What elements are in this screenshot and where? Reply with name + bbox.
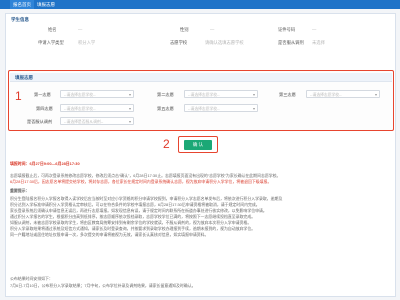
chevron-down-icon: ▾ bbox=[128, 105, 131, 111]
select-second-placeholder: --请选择志愿学校-- bbox=[188, 92, 220, 97]
select-second-choice[interactable]: --请选择志愿学校-- ▾ bbox=[184, 90, 258, 98]
info-label-adjust: 是否服从调剂 bbox=[278, 40, 304, 45]
main-card bbox=[5, 13, 396, 297]
info-label-school: 志愿学校 bbox=[170, 40, 188, 45]
select-fourth-choice[interactable]: --请选择志愿学校-- ▾ bbox=[60, 104, 134, 112]
tab-fill-choices[interactable]: 填报志愿 bbox=[35, 0, 57, 9]
label-fourth-choice: 第四志愿 bbox=[36, 106, 53, 111]
select-first-choice[interactable]: --请选择志愿学校-- ▾ bbox=[60, 90, 134, 98]
notice-line: 同一户籍地址或居住地址仅限申请一次，多次提交的申请将被视为无效，请家长认真核对信… bbox=[10, 232, 209, 237]
confirm-button[interactable]: 确 认 bbox=[184, 140, 212, 150]
choices-title: 填报志愿 bbox=[15, 75, 33, 80]
marker-two: 2 bbox=[163, 137, 170, 151]
label-fifth-choice: 第五志愿 bbox=[157, 106, 174, 111]
notice-line: 积分生登陆报名积分入学报名取得入读学校后应当按时至对应小学资格的积分申请学校报到… bbox=[10, 196, 283, 201]
info-label-name: 姓名 bbox=[48, 27, 57, 32]
notice-line: 积分入学录取结果将通过系统及短信方式通知，请家长及时登录查询，并按要求到录取学校… bbox=[10, 226, 256, 231]
student-info-title: 学生信息 bbox=[11, 17, 29, 22]
select-first-placeholder: --请选择志愿学校-- bbox=[64, 92, 96, 97]
select-fifth-choice[interactable]: --请选择志愿学校-- ▾ bbox=[184, 104, 258, 112]
notice-line: 家长登录系统后须确认申请信息无误后，再进行志愿填报。如发现信息有误，请于规定时间… bbox=[10, 208, 267, 213]
marker-one: 1 bbox=[15, 89, 22, 103]
select-third-placeholder: --请选择志愿学校-- bbox=[310, 92, 342, 97]
info-label-gender: 性别 bbox=[180, 27, 189, 32]
notice-line: 公布结果时间安排如下： bbox=[10, 276, 53, 281]
info-value-id: — bbox=[312, 27, 317, 32]
info-value-adjust: 未选择 bbox=[312, 40, 325, 45]
chevron-down-icon: ▾ bbox=[374, 91, 377, 97]
notice-line: 6月28日17:30后，因志愿名单将提交给学校，将封存志愿，各位家长在规定时间内… bbox=[10, 179, 272, 184]
info-label-type: 申请入学类型 bbox=[38, 40, 64, 45]
page: 报名首页 填报志愿 学生信息 姓名 — 性别 — 证件号码 — 申请入学类型 积… bbox=[0, 0, 400, 300]
label-first-choice: 第一志愿 bbox=[34, 92, 51, 97]
select-adjust-placeholder: --请选择是否服从调剂-- bbox=[64, 119, 104, 124]
notice-line: 如服从调剂，未被志愿学校录取的学生，将由区教育局统筹安排到有剩余学位的学校就读，… bbox=[10, 220, 252, 225]
notice-time: 填报时间：6月27日9:00—6月28日17:30 bbox=[10, 161, 80, 166]
info-value-school: 请确认选填志愿学校 bbox=[205, 40, 244, 45]
select-third-choice[interactable]: --请选择志愿学校-- ▾ bbox=[306, 90, 380, 98]
info-label-id: 证件号码 bbox=[278, 27, 296, 32]
notice-line: 通过积分入学报名的学生，根据积分由高到低排序，按志愿顺序依次投档录取，志愿学校学… bbox=[10, 214, 256, 219]
notice-line: 7月6日-7月10日，公布积分入学录取结果；7月中旬，公布学位补录及调剂结果，请… bbox=[10, 283, 196, 288]
notice-line: 积分达到入学标准申请积分入学资格认定审核后，可以在符合条件的学校中填报志愿，6月… bbox=[10, 202, 260, 207]
info-value-name: — bbox=[78, 27, 83, 32]
label-adjust: 是否服从调剂 bbox=[27, 119, 53, 124]
tab-home[interactable]: 报名首页 bbox=[10, 0, 34, 9]
label-third-choice: 第三志愿 bbox=[279, 92, 296, 97]
select-fifth-placeholder: --请选择志愿学校-- bbox=[188, 106, 220, 111]
info-value-type: 积分入学 bbox=[78, 40, 96, 45]
chevron-down-icon: ▾ bbox=[128, 118, 131, 124]
label-second-choice: 第二志愿 bbox=[157, 92, 174, 97]
chevron-down-icon: ▾ bbox=[252, 91, 255, 97]
select-adjust[interactable]: --请选择是否服从调剂-- ▾ bbox=[60, 117, 134, 125]
chevron-down-icon: ▾ bbox=[128, 91, 131, 97]
notice-line: 志愿填报截止后，可再次登录系统修改志愿学校，修改后须点击“确认”，6月28日17… bbox=[10, 173, 281, 178]
info-value-gender: — bbox=[210, 27, 215, 32]
select-fourth-placeholder: --请选择志愿学校-- bbox=[64, 106, 96, 111]
notice-line: 重要提示： bbox=[10, 188, 30, 193]
chevron-down-icon: ▾ bbox=[252, 105, 255, 111]
top-nav-bar bbox=[0, 0, 400, 9]
choices-header: 填报志愿 bbox=[10, 73, 392, 82]
